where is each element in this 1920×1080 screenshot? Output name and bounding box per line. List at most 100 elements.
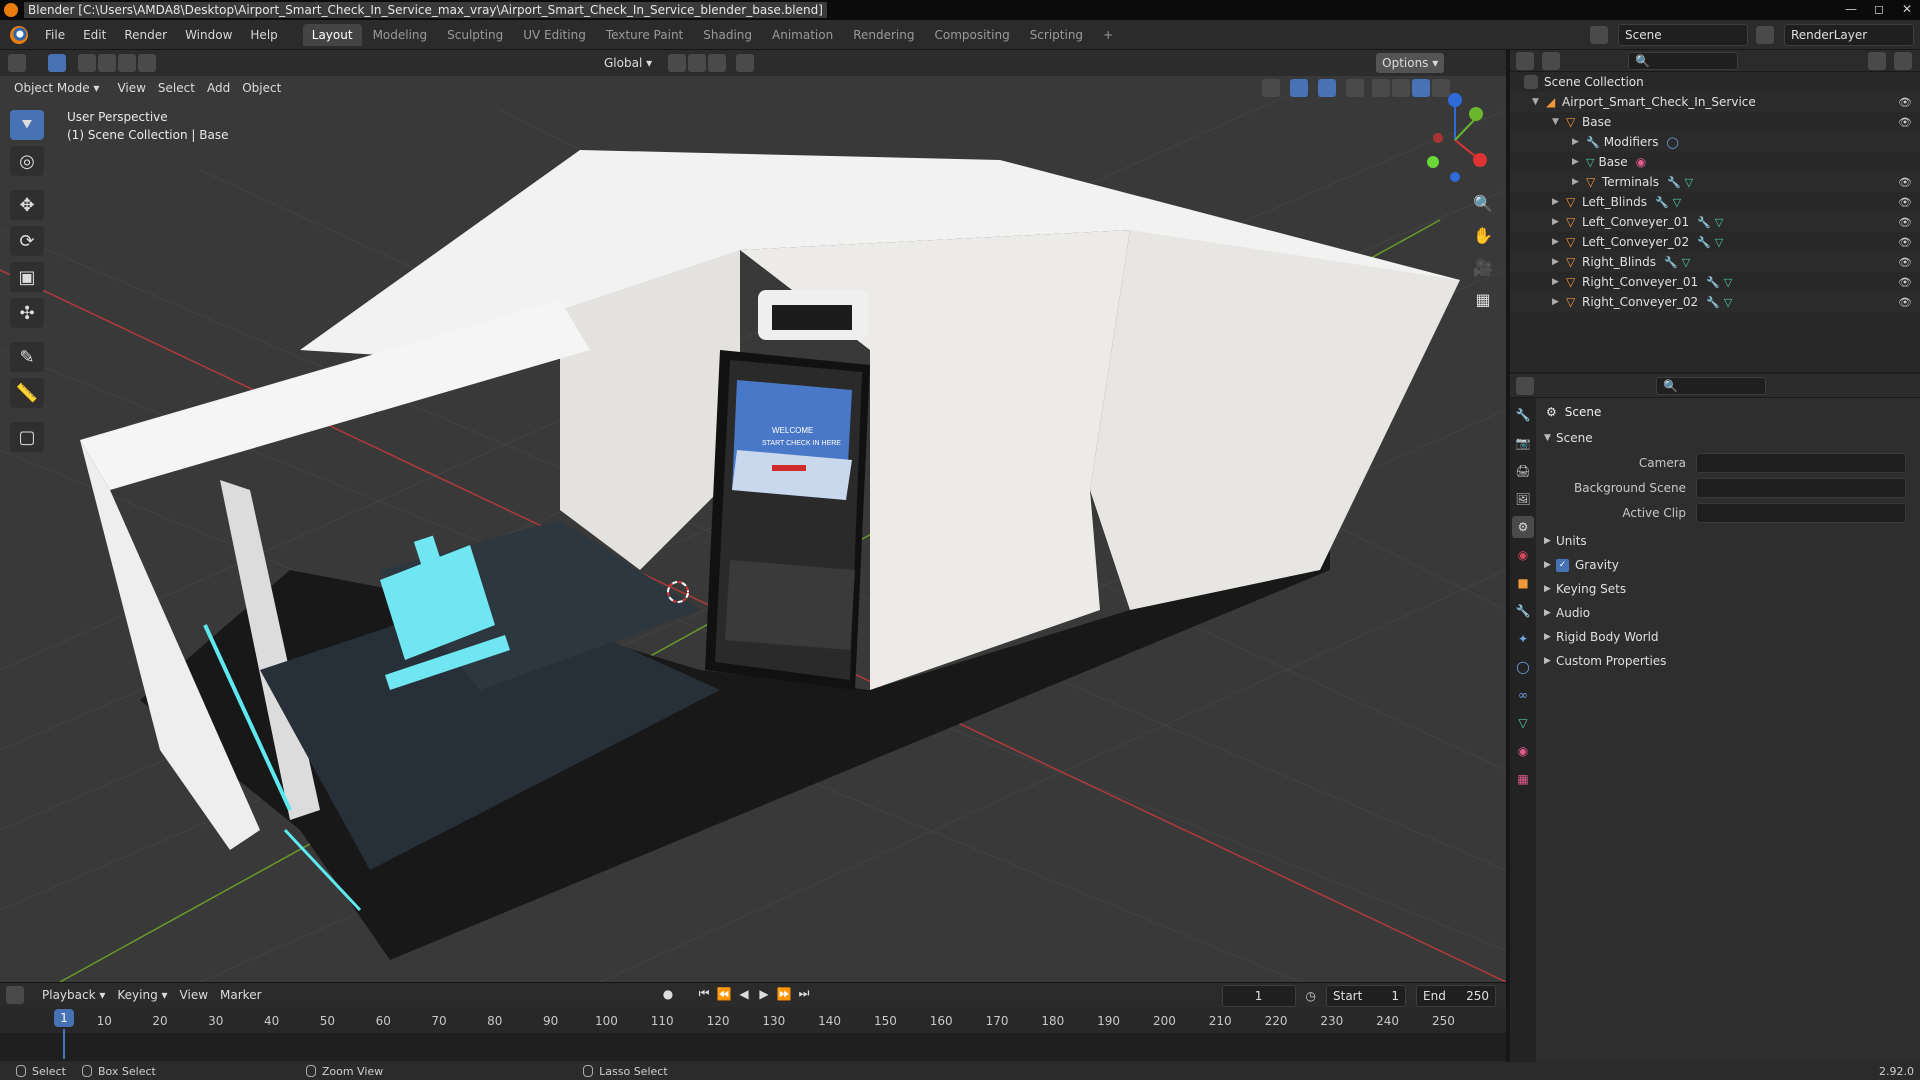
clock-icon[interactable]: ◷ — [1306, 989, 1316, 1003]
expand-arrow-icon[interactable]: ▶ — [1552, 237, 1566, 247]
tree-item-left-conveyer-02[interactable]: ▶ ▽ Left_Conveyer_02 🔧 ▽ 👁 — [1510, 232, 1920, 252]
view-layer-tab-icon[interactable]: 🖼 — [1512, 488, 1534, 510]
properties-editor-icon[interactable] — [1516, 376, 1534, 395]
expand-arrow-icon[interactable]: ▼ — [1552, 117, 1566, 127]
playback-menu[interactable]: Playback ▾ — [36, 985, 111, 1005]
scene-icon[interactable] — [1590, 26, 1608, 44]
timeline-ruler[interactable]: 10 20 30 40 50 60 70 80 90 100 110 120 130 140 150 160 1… — [0, 1011, 1506, 1033]
annotate-tool-icon[interactable]: ✎ — [10, 342, 44, 372]
physics-tab-icon[interactable]: ◯ — [1512, 656, 1534, 678]
timeline-track[interactable] — [0, 1029, 1506, 1061]
object-mode-dropdown[interactable]: Object Mode ▾ — [8, 78, 105, 98]
output-tab-icon[interactable]: 🖨 — [1512, 460, 1534, 482]
tree-item-left-blinds[interactable]: ▶ ▽ Left_Blinds 🔧 ▽ 👁 — [1510, 192, 1920, 212]
rotate-tool-icon[interactable]: ⟳ — [10, 226, 44, 256]
constraints-tab-icon[interactable]: ∞ — [1512, 684, 1534, 706]
tree-item-modifiers[interactable]: ▶ 🔧 Modifiers ◯ — [1510, 132, 1920, 152]
menu-edit[interactable]: Edit — [74, 28, 115, 42]
expand-arrow-icon[interactable]: ▼ — [1532, 97, 1546, 107]
expand-arrow-icon[interactable]: ▶ — [1552, 277, 1566, 287]
outliner-editor-icon[interactable] — [1516, 51, 1534, 70]
object-tab-icon[interactable]: ■ — [1512, 572, 1534, 594]
measure-tool-icon[interactable]: 📏 — [10, 378, 44, 408]
scene-tab-icon[interactable]: ⚙ — [1512, 516, 1534, 538]
modifier-tab-icon[interactable]: 🔧 — [1512, 600, 1534, 622]
panel-scene-header[interactable]: ▼ Scene — [1538, 426, 1920, 450]
select-box-new-icon[interactable] — [78, 54, 96, 72]
blender-logo-icon[interactable] — [10, 25, 28, 44]
active-clip-field[interactable] — [1696, 502, 1906, 523]
solid-shading-icon[interactable] — [1392, 79, 1411, 97]
jump-end-icon[interactable]: ⏭ — [796, 986, 812, 1001]
view-layer-field[interactable]: RenderLayer — [1784, 24, 1914, 46]
render-tab-icon[interactable]: 📷 — [1512, 432, 1534, 454]
panel-units[interactable]: ▶ Units — [1538, 529, 1920, 553]
tree-item-right-conveyer-02[interactable]: ▶ ▽ Right_Conveyer_02 🔧 ▽ 👁 — [1510, 292, 1920, 312]
data-tab-icon[interactable]: ▽ — [1512, 712, 1534, 734]
eye-icon[interactable]: 👁 — [1898, 236, 1912, 249]
snap-icon[interactable] — [688, 54, 707, 72]
tab-scripting[interactable]: Scripting — [1021, 24, 1092, 46]
tree-item-right-blinds[interactable]: ▶ ▽ Right_Blinds 🔧 ▽ 👁 — [1510, 252, 1920, 272]
maximize-icon[interactable]: ◻ — [1870, 2, 1888, 16]
pan-hand-icon[interactable]: ✋ — [1470, 222, 1496, 248]
cursor-tool-icon[interactable]: ◎ — [10, 146, 44, 176]
playhead[interactable] — [63, 1029, 65, 1059]
expand-arrow-icon[interactable]: ▶ — [1572, 137, 1586, 147]
menu-file[interactable]: File — [36, 28, 74, 42]
eye-icon[interactable]: 👁 — [1898, 256, 1912, 269]
eye-icon[interactable]: 👁 — [1898, 196, 1912, 209]
tree-item-terminals[interactable]: ▶ ▽ Terminals 🔧 ▽ 👁 — [1510, 172, 1920, 192]
tab-shading[interactable]: Shading — [694, 24, 761, 46]
tab-modeling[interactable]: Modeling — [364, 24, 437, 46]
particles-tab-icon[interactable]: ✦ — [1512, 628, 1534, 650]
select-mode-icon[interactable] — [48, 54, 66, 72]
display-mode-icon[interactable] — [1542, 51, 1560, 70]
outliner-search-input[interactable]: 🔍 — [1628, 51, 1738, 70]
filter-icon[interactable] — [1868, 51, 1886, 70]
3d-viewport[interactable]: WELCOME START CHECK IN HERE Global ▾ Opt… — [0, 50, 1506, 982]
add-cube-tool-icon[interactable]: ▢ — [10, 422, 44, 452]
keying-menu[interactable]: Keying ▾ — [111, 985, 173, 1005]
expand-arrow-icon[interactable]: ▶ — [1552, 197, 1566, 207]
scale-tool-icon[interactable]: ▣ — [10, 262, 44, 292]
tab-texture-paint[interactable]: Texture Paint — [597, 24, 692, 46]
play-reverse-icon[interactable]: ◀ — [736, 987, 752, 1001]
view-layer-icon[interactable] — [1756, 26, 1774, 44]
panel-gravity[interactable]: ▶ ✓ Gravity — [1538, 553, 1920, 577]
panel-rigid-body-world[interactable]: ▶ Rigid Body World — [1538, 625, 1920, 649]
xray-icon[interactable] — [1346, 79, 1365, 97]
play-icon[interactable]: ▶ — [756, 987, 772, 1001]
menu-help[interactable]: Help — [241, 28, 286, 42]
tab-sculpting[interactable]: Sculpting — [438, 24, 512, 46]
overlay-toggle-icon[interactable] — [1318, 79, 1337, 97]
next-keyframe-icon[interactable]: ⏩ — [776, 987, 792, 1001]
editor-type-icon[interactable] — [8, 54, 26, 72]
move-tool-icon[interactable]: ✥ — [10, 190, 44, 220]
tree-item-base-mesh[interactable]: ▶ ▽ Base ◉ — [1510, 152, 1920, 172]
tab-layout[interactable]: Layout — [302, 23, 362, 46]
timeline-view-menu[interactable]: View — [174, 985, 214, 1005]
tree-scene-collection[interactable]: Scene Collection — [1510, 72, 1920, 92]
tree-item-left-conveyer-01[interactable]: ▶ ▽ Left_Conveyer_01 🔧 ▽ 👁 — [1510, 212, 1920, 232]
record-icon[interactable]: ● — [660, 987, 676, 1001]
close-icon[interactable]: ✕ — [1898, 2, 1916, 16]
minimize-icon[interactable]: — — [1842, 2, 1860, 16]
jump-start-icon[interactable]: ⏮ — [696, 986, 712, 1001]
panel-custom-properties[interactable]: ▶ Custom Properties — [1538, 649, 1920, 673]
visibility-icon[interactable] — [1262, 79, 1281, 97]
menu-window[interactable]: Window — [176, 28, 241, 42]
viewport-scene[interactable]: WELCOME START CHECK IN HERE — [0, 50, 1506, 982]
timeline-editor-icon[interactable] — [6, 986, 24, 1004]
orientation-dropdown[interactable]: Global ▾ — [598, 53, 658, 73]
menu-add[interactable]: Add — [201, 78, 236, 98]
end-frame-field[interactable]: End 250 — [1416, 985, 1496, 1007]
prev-keyframe-icon[interactable]: ⏪ — [716, 987, 732, 1001]
wireframe-shading-icon[interactable] — [1372, 79, 1391, 97]
tab-rendering[interactable]: Rendering — [844, 24, 923, 46]
options-dropdown[interactable]: Options ▾ — [1376, 53, 1445, 73]
transform-tool-icon[interactable]: ✣ — [10, 298, 44, 328]
marker-menu[interactable]: Marker — [214, 985, 267, 1005]
select-box-subtract-icon[interactable] — [118, 54, 136, 72]
menu-view[interactable]: View — [111, 78, 151, 98]
